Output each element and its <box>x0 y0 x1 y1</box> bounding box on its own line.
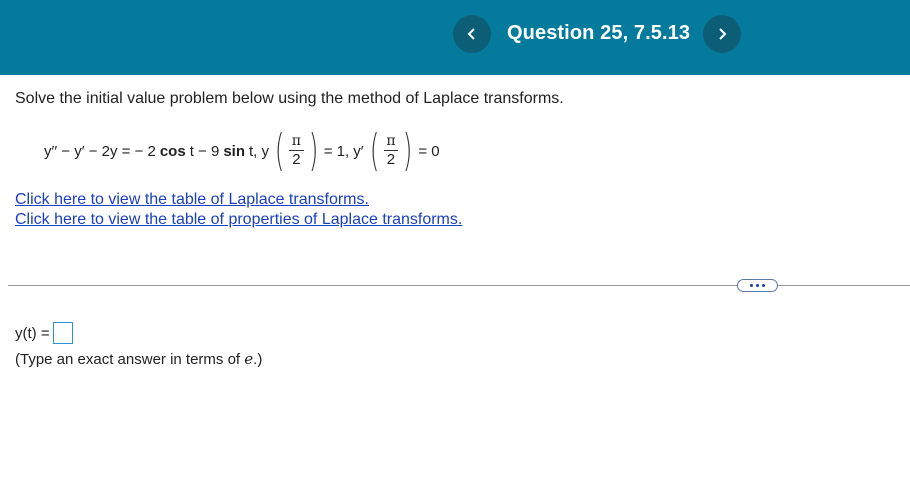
equation-t-y: t, y <box>249 142 270 160</box>
more-options-button[interactable] <box>737 279 778 292</box>
hint-prefix: (Type an exact answer in terms of <box>15 351 245 368</box>
equation-sin: sin <box>223 142 245 160</box>
dot-icon <box>756 284 759 287</box>
dot-icon <box>750 284 753 287</box>
answer-hint: (Type an exact answer in terms of e.) <box>15 350 262 368</box>
fraction-denominator: 2 <box>289 150 304 169</box>
problem-instruction: Solve the initial value problem below us… <box>15 90 564 107</box>
hint-suffix: .) <box>253 351 263 368</box>
equation-lhs: y′′ − y′ − 2y = − 2 <box>44 142 156 160</box>
equation-eq1-yprime: = 1, y′ <box>323 142 364 160</box>
chevron-left-icon <box>467 28 475 40</box>
equation-t-minus-9: t − 9 <box>189 142 220 160</box>
pi-over-2-fraction: π 2 <box>383 133 399 169</box>
initial-condition-2-argument: ( π 2 ) <box>369 125 413 176</box>
fraction-denominator: 2 <box>383 150 399 169</box>
equation-eq0: = 0 <box>418 142 440 160</box>
answer-row: y(t) = <box>15 322 73 344</box>
chevron-right-icon <box>719 28 727 40</box>
next-question-button[interactable] <box>703 15 741 53</box>
initial-value-equation: y′′ − y′ − 2y = − 2 cos t − 9 sin t, y (… <box>44 126 440 176</box>
question-title: Question 25, 7.5.13 <box>507 22 691 44</box>
previous-question-button[interactable] <box>453 15 491 53</box>
fraction-numerator: π <box>291 133 301 149</box>
answer-input[interactable] <box>52 322 73 344</box>
dot-icon <box>762 284 765 287</box>
fraction-numerator: π <box>386 133 396 149</box>
answer-label: y(t) = <box>15 324 50 342</box>
laplace-table-link[interactable]: Click here to view the table of Laplace … <box>15 191 369 209</box>
equation-cos: cos <box>159 142 186 160</box>
pi-over-2-fraction: π 2 <box>289 133 304 169</box>
initial-condition-1-argument: ( π 2 ) <box>274 125 318 176</box>
question-header: Question 25, 7.5.13 <box>0 0 910 75</box>
hint-e: e <box>244 350 254 368</box>
laplace-properties-link[interactable]: Click here to view the table of properti… <box>15 211 462 229</box>
